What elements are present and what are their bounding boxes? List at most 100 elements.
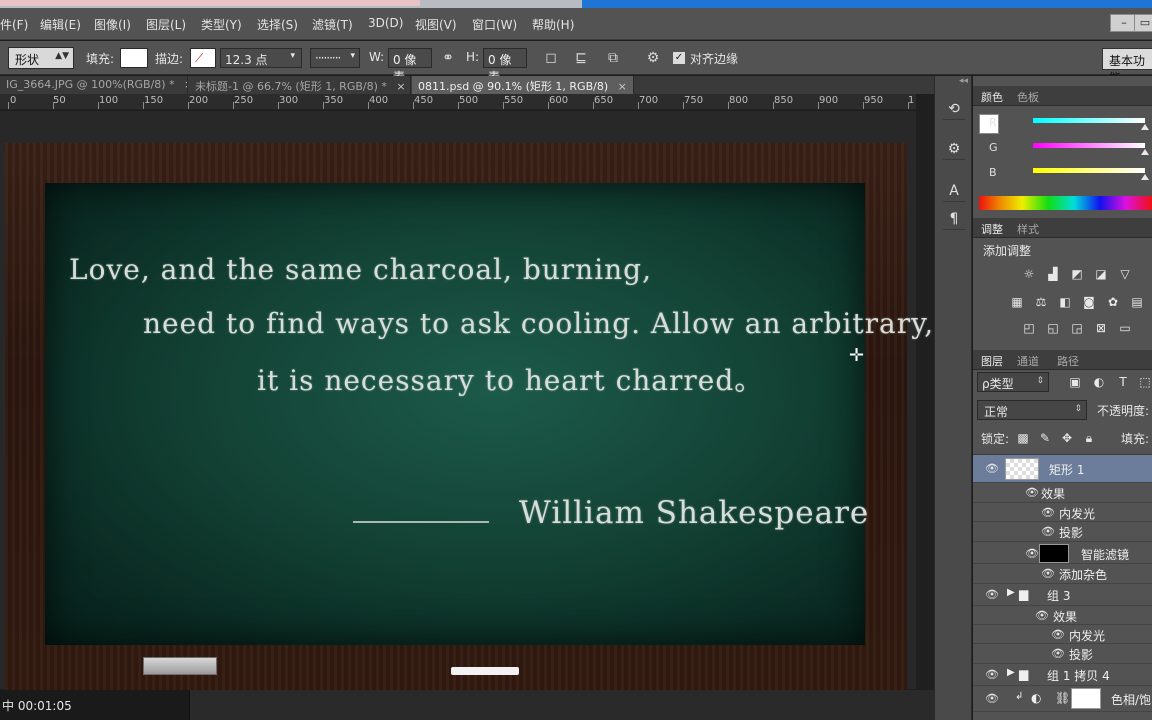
menu-layer[interactable]: 图层(L) bbox=[146, 16, 186, 33]
menu-view[interactable]: 视图(V) bbox=[415, 16, 457, 33]
tab-swatches[interactable]: 色板 bbox=[1017, 89, 1039, 105]
menu-edit[interactable]: 编辑(E) bbox=[40, 16, 81, 33]
invert-icon[interactable]: ◰ bbox=[1021, 320, 1037, 336]
menu-type[interactable]: 类型(Y) bbox=[201, 16, 242, 33]
layer-effects-row[interactable]: 👁︎ 效果 bbox=[973, 606, 1152, 625]
expand-arrow-icon[interactable]: ▶ bbox=[1007, 587, 1015, 598]
photo-filter-icon[interactable]: ◙ bbox=[1081, 294, 1097, 310]
character-icon[interactable]: A bbox=[943, 180, 965, 202]
menu-help[interactable]: 帮助(H) bbox=[532, 16, 574, 33]
eye-icon[interactable]: 👁︎ bbox=[1041, 525, 1055, 538]
eye-icon[interactable]: 👁︎ bbox=[985, 588, 999, 601]
paragraph-icon[interactable]: ¶ bbox=[943, 208, 965, 230]
color-spectrum-bar[interactable] bbox=[979, 196, 1152, 210]
document-canvas[interactable]: Love, and the same charcoal, burning, ne… bbox=[0, 111, 933, 699]
history-icon[interactable]: ⟲ bbox=[943, 98, 965, 120]
channel-mixer-icon[interactable]: ✿ bbox=[1105, 294, 1121, 310]
eye-icon[interactable]: 👁︎ bbox=[985, 668, 999, 681]
eye-icon[interactable]: 👁︎ bbox=[1025, 547, 1039, 560]
vibrance-icon[interactable]: ▽ bbox=[1117, 266, 1133, 282]
menu-select[interactable]: 选择(S) bbox=[257, 16, 298, 33]
layer-effects-row[interactable]: 👁︎ 效果 bbox=[973, 483, 1152, 503]
tab-color[interactable]: 颜色 bbox=[981, 89, 1003, 105]
g-slider[interactable] bbox=[1033, 143, 1145, 148]
lock-transparent-icon[interactable]: ▩ bbox=[1015, 430, 1031, 446]
layer-group-1-copy-4[interactable]: 👁︎ ▶ ▆ 组 1 拷贝 4 bbox=[973, 664, 1152, 686]
tab-doc-1[interactable]: IG_3664.JPG @ 100%(RGB/8) * × bbox=[0, 76, 188, 94]
color-balance-icon[interactable]: ⚖ bbox=[1033, 294, 1049, 310]
tab-doc-2[interactable]: 未标题-1 @ 66.7% (矩形 1, RGB/8) * × bbox=[189, 76, 411, 94]
lock-all-icon[interactable]: 🔒︎ bbox=[1081, 430, 1097, 446]
eye-icon[interactable]: 👁︎ bbox=[1041, 567, 1055, 580]
eye-icon[interactable]: 👁︎ bbox=[985, 692, 999, 705]
menu-file[interactable]: 件(F) bbox=[0, 16, 28, 33]
eye-icon[interactable]: 👁︎ bbox=[985, 462, 999, 475]
expand-arrow-icon[interactable]: ▶ bbox=[1007, 667, 1015, 678]
collapse-arrows-icon[interactable]: ◂◂ bbox=[959, 76, 968, 86]
close-icon[interactable]: × bbox=[184, 78, 187, 91]
stroke-type-select[interactable]: ········· ▾ bbox=[310, 48, 360, 68]
menu-filter[interactable]: 滤镜(T) bbox=[312, 16, 353, 33]
type-filter-icon[interactable]: T bbox=[1115, 374, 1131, 390]
eye-icon[interactable]: 👁︎ bbox=[1051, 628, 1065, 641]
chain-link-icon[interactable]: ⛓ bbox=[1055, 691, 1070, 705]
tab-adjustments[interactable]: 调整 bbox=[981, 221, 1003, 237]
tool-mode-select[interactable]: 形状 ▲▼ bbox=[8, 47, 74, 69]
menu-window[interactable]: 窗口(W) bbox=[472, 16, 517, 33]
r-slider-thumb[interactable] bbox=[1141, 124, 1149, 130]
eye-icon[interactable]: 👁︎ bbox=[1051, 647, 1065, 660]
adjustment-filter-icon[interactable]: ◐ bbox=[1091, 374, 1107, 390]
posterize-icon[interactable]: ◱ bbox=[1045, 320, 1061, 336]
close-icon[interactable]: × bbox=[618, 80, 627, 93]
path-alignment-icon[interactable]: ⊑ bbox=[572, 49, 590, 67]
restore-button[interactable]: ▭ bbox=[1134, 14, 1152, 32]
blend-mode-select[interactable]: 正常 ⇕ bbox=[977, 400, 1087, 420]
tab-paths[interactable]: 路径 bbox=[1057, 353, 1079, 369]
tab-layers[interactable]: 图层 bbox=[981, 353, 1003, 369]
layer-kind-filter[interactable]: ρ类型 ⇕ bbox=[977, 372, 1049, 392]
smart-filters-row[interactable]: 👁︎ 智能滤镜 bbox=[973, 542, 1152, 564]
lock-pixels-icon[interactable]: ✎ bbox=[1037, 430, 1053, 446]
color-lookup-icon[interactable]: ▤ bbox=[1129, 294, 1145, 310]
layer-effect-inner-glow[interactable]: 👁︎ 内发光 bbox=[973, 625, 1152, 644]
exposure-icon[interactable]: ◪ bbox=[1093, 266, 1109, 282]
hue-saturation-icon[interactable]: ▦ bbox=[1009, 294, 1025, 310]
threshold-icon[interactable]: ◲ bbox=[1069, 320, 1085, 336]
align-edges-checkbox[interactable]: ✓ bbox=[673, 52, 685, 64]
stroke-swatch[interactable]: ⟋ bbox=[190, 48, 216, 68]
filter-add-noise[interactable]: 👁︎ 添加杂色 bbox=[973, 564, 1152, 584]
selective-color-icon[interactable]: ⊠ bbox=[1093, 320, 1109, 336]
shape-filter-icon[interactable]: ⬚ bbox=[1137, 374, 1152, 390]
path-arrangement-icon[interactable]: ⧉ bbox=[604, 49, 622, 67]
layer-hue-saturation[interactable]: 👁︎ ↲ ◐ ⛓ 色相/饱 bbox=[973, 686, 1152, 712]
layer-effect-drop-shadow[interactable]: 👁︎ 投影 bbox=[973, 644, 1152, 664]
r-slider[interactable] bbox=[1033, 118, 1145, 123]
tab-doc-3[interactable]: 0811.psd @ 90.1% (矩形 1, RGB/8) × bbox=[412, 76, 634, 94]
height-field[interactable]: 0 像素 bbox=[483, 48, 527, 84]
gradient-map-icon[interactable]: ▭ bbox=[1117, 320, 1133, 336]
lock-position-icon[interactable]: ✥ bbox=[1059, 430, 1075, 446]
layer-row-rectangle[interactable]: 👁︎ 矩形 1 bbox=[973, 455, 1152, 483]
g-slider-thumb[interactable] bbox=[1141, 149, 1149, 155]
brightness-icon[interactable]: ☼ bbox=[1021, 266, 1037, 282]
width-field[interactable]: 0 像素 bbox=[388, 48, 432, 84]
eye-icon[interactable]: 👁︎ bbox=[1041, 506, 1055, 519]
stroke-size-field[interactable]: 12.3 点 ▾ bbox=[220, 48, 302, 68]
curves-icon[interactable]: ◩ bbox=[1069, 266, 1085, 282]
link-icon[interactable]: ⚭ bbox=[439, 49, 457, 67]
menu-image[interactable]: 图像(I) bbox=[94, 16, 131, 33]
black-white-icon[interactable]: ◧ bbox=[1057, 294, 1073, 310]
tab-styles[interactable]: 样式 bbox=[1017, 221, 1039, 237]
horizontal-ruler[interactable]: 0 50 100 150 200 250 300 350 400 450 500… bbox=[0, 94, 916, 110]
tab-channels[interactable]: 通道 bbox=[1017, 353, 1039, 369]
layer-group-3[interactable]: 👁︎ ▶ ▆ 组 3 bbox=[973, 584, 1152, 606]
properties-icon[interactable]: ⚙ bbox=[943, 138, 965, 160]
b-slider[interactable] bbox=[1033, 168, 1145, 173]
layer-effect-inner-glow[interactable]: 👁︎ 内发光 bbox=[973, 503, 1152, 522]
gear-icon[interactable]: ⚙ bbox=[644, 49, 662, 67]
path-operations-icon[interactable]: ◻ bbox=[542, 49, 560, 67]
menu-3d[interactable]: 3D(D) bbox=[368, 16, 403, 30]
fill-swatch[interactable] bbox=[120, 48, 148, 68]
close-icon[interactable]: × bbox=[396, 80, 405, 93]
pixel-filter-icon[interactable]: ▣ bbox=[1067, 374, 1083, 390]
